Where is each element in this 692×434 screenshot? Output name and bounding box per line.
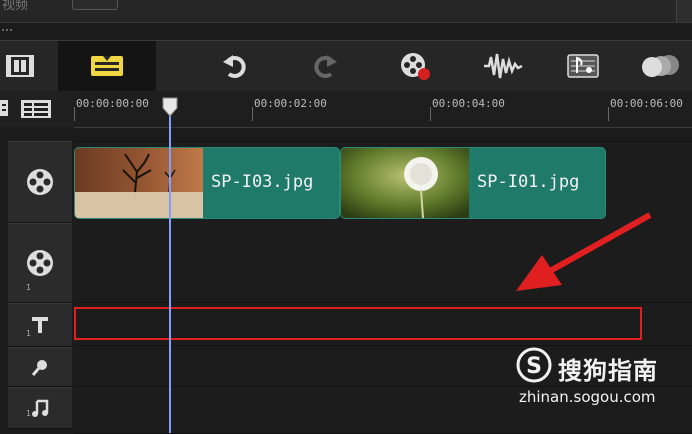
title-track-highlight — [74, 307, 642, 340]
redo-button[interactable] — [302, 41, 348, 91]
clip-label: SP-I03.jpg — [211, 172, 314, 192]
ruler-tick — [252, 107, 253, 121]
multi-overlay-button[interactable] — [636, 41, 686, 91]
track-header-video[interactable] — [8, 141, 72, 223]
track-header-voice[interactable] — [8, 347, 72, 387]
watermark-url: zhinan.sogou.com — [519, 388, 656, 406]
panel-label: 视频 — [2, 0, 29, 13]
ruler-tick-label: 00:00:04:00 — [432, 97, 505, 110]
track-number: 1 — [26, 329, 32, 338]
microphone-icon — [31, 360, 47, 376]
ruler-tick — [430, 107, 431, 121]
music-note-icon — [32, 399, 49, 417]
ruler-tick — [74, 107, 75, 121]
playhead-line[interactable] — [169, 110, 171, 433]
redo-icon — [314, 55, 337, 78]
auto-music-button[interactable] — [560, 41, 606, 91]
track-number: 1 — [26, 283, 32, 292]
ruler-tick-label: 00:00:00:00 — [76, 97, 149, 110]
record-icon — [401, 53, 430, 80]
track-manager-icon[interactable] — [0, 98, 10, 118]
ruler-tick-label: 00:00:06:00 — [610, 97, 683, 110]
red-arrow-annotation-icon — [516, 212, 652, 291]
audio-wave-icon — [484, 53, 523, 79]
panel-scroll-edge[interactable] — [676, 0, 692, 22]
record-capture-button[interactable] — [392, 41, 438, 91]
top-properties-panel: 视频 — [0, 0, 692, 23]
timeline-icon — [91, 56, 123, 76]
track-header-overlay[interactable]: 1 — [8, 223, 72, 303]
sogou-logo-icon: S — [516, 347, 552, 383]
title-text-icon — [32, 317, 48, 333]
panel-field[interactable] — [72, 0, 118, 10]
sound-mixer-button[interactable] — [478, 41, 528, 91]
clip-sp-i03[interactable]: SP-I03.jpg — [74, 147, 340, 219]
track-header-music[interactable]: 1 — [8, 387, 72, 429]
timeline-view-button[interactable] — [58, 41, 156, 91]
track-header-column: 1 1 1 — [0, 127, 72, 433]
ruler-tick-label: 00:00:02:00 — [254, 97, 327, 110]
dandelion-thumbnail — [341, 148, 469, 218]
clip-label: SP-I01.jpg — [477, 172, 580, 192]
overlay-circles-icon — [642, 55, 679, 77]
sogou-watermark: S 搜狗指南 zhinan.sogou.com — [516, 345, 692, 415]
panel-resize-grip[interactable] — [0, 26, 692, 32]
desert-tree-thumbnail — [75, 148, 203, 218]
watermark-brand: 搜狗指南 — [558, 357, 658, 385]
film-reel-icon — [27, 250, 53, 276]
svg-text:S: S — [526, 354, 542, 379]
film-reel-icon — [27, 169, 53, 195]
undo-button[interactable] — [212, 41, 258, 91]
track-list-icon[interactable] — [20, 99, 52, 119]
undo-icon — [223, 55, 246, 78]
track-header-title[interactable]: 1 — [8, 303, 72, 347]
track-number: 1 — [26, 409, 32, 418]
ruler-tick — [608, 107, 609, 121]
playhead-handle-icon[interactable] — [162, 97, 178, 117]
music-score-icon — [567, 54, 599, 78]
storyboard-view-button[interactable] — [0, 41, 40, 91]
filmstrip-icon — [6, 55, 34, 77]
track-manager-controls — [0, 96, 70, 122]
timeline-toolbar — [0, 40, 692, 92]
